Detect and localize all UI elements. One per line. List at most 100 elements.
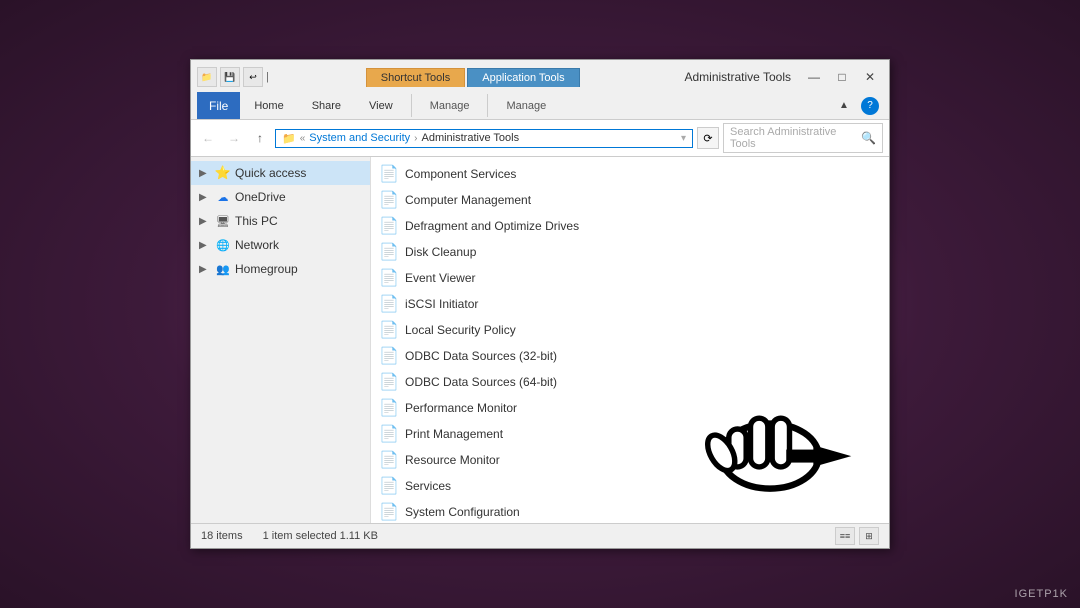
status-bar: 18 items 1 item selected 1.11 KB ≡≡ ⊞: [191, 523, 889, 548]
minimize-button[interactable]: —: [801, 67, 827, 87]
file-item-6[interactable]: 📄 iSCSI Initiator: [371, 291, 889, 317]
menu-share-label[interactable]: Share: [306, 98, 347, 114]
sidebar-item-quick-access[interactable]: ▶ ⭐ Quick access: [191, 161, 370, 185]
quick-access-arrow: ▶: [199, 168, 211, 179]
forward-button[interactable]: →: [223, 127, 245, 149]
file-label-8: ODBC Data Sources (32-bit): [405, 349, 557, 363]
path-system-security[interactable]: System and Security: [309, 132, 410, 144]
quick-access-icon[interactable]: 📁: [197, 67, 217, 87]
file-item-11[interactable]: 📄 Print Management: [371, 421, 889, 447]
file-item-1[interactable]: 📄 Component Services: [371, 161, 889, 187]
sidebar-item-onedrive[interactable]: ▶ ☁ OneDrive: [191, 185, 370, 209]
title-bar-left: 📁 💾 ↩ |: [197, 67, 269, 87]
file-label-11: Print Management: [405, 427, 503, 441]
file-item-13[interactable]: 📄 Services: [371, 473, 889, 499]
network-label: Network: [235, 238, 279, 252]
title-center: Shortcut Tools Application Tools: [269, 68, 677, 87]
item-count: 18 items: [201, 530, 243, 542]
file-item-4[interactable]: 📄 Disk Cleanup: [371, 239, 889, 265]
file-label-6: iSCSI Initiator: [405, 297, 478, 311]
address-bar: ← → ↑ 📁 « System and Security › Administ…: [191, 120, 889, 157]
this-pc-arrow: ▶: [199, 216, 211, 227]
file-label-4: Disk Cleanup: [405, 245, 476, 259]
watermark: IGETP1K: [1015, 588, 1068, 600]
homegroup-arrow: ▶: [199, 264, 211, 275]
ribbon: File Home Share View Manage Manage ▲ ?: [191, 90, 889, 120]
ribbon-separator: [411, 94, 412, 117]
onedrive-icon: ☁: [215, 189, 231, 205]
tab-shortcut-tools[interactable]: Shortcut Tools: [366, 68, 466, 87]
file-item-5[interactable]: 📄 Event Viewer: [371, 265, 889, 291]
homegroup-icon: 👥: [215, 261, 231, 277]
file-item-12[interactable]: 📄 Resource Monitor: [371, 447, 889, 473]
up-button[interactable]: ↑: [249, 127, 271, 149]
file-label-5: Event Viewer: [405, 271, 475, 285]
file-icon-4: 📄: [379, 242, 399, 262]
file-item-7[interactable]: 📄 Local Security Policy: [371, 317, 889, 343]
sidebar-item-homegroup[interactable]: ▶ 👥 Homegroup: [191, 257, 370, 281]
selected-info: 1 item selected 1.11 KB: [263, 530, 378, 542]
large-icons-button[interactable]: ⊞: [859, 527, 879, 545]
homegroup-label: Homegroup: [235, 262, 298, 276]
file-label-2: Computer Management: [405, 193, 531, 207]
maximize-button[interactable]: □: [829, 67, 855, 87]
file-icon-8: 📄: [379, 346, 399, 366]
search-box[interactable]: Search Administrative Tools 🔍: [723, 123, 883, 153]
menu-share[interactable]: Share: [298, 92, 355, 119]
path-admin-tools: Administrative Tools: [421, 132, 519, 144]
path-chevron-1: ›: [414, 133, 417, 144]
menu-view-label[interactable]: View: [363, 98, 399, 114]
menu-home[interactable]: Home: [240, 92, 297, 119]
file-label-1: Component Services: [405, 167, 516, 181]
manage-section: Manage: [416, 92, 484, 119]
back-button[interactable]: ←: [197, 127, 219, 149]
menu-file[interactable]: File: [197, 92, 240, 119]
onedrive-label: OneDrive: [235, 190, 286, 204]
manage-label-2[interactable]: Manage: [500, 98, 552, 114]
window-title: Administrative Tools: [685, 70, 792, 84]
file-label-14: System Configuration: [405, 505, 520, 519]
undo-button[interactable]: ↩: [243, 67, 263, 87]
file-item-9[interactable]: 📄 ODBC Data Sources (64-bit): [371, 369, 889, 395]
file-item-3[interactable]: 📄 Defragment and Optimize Drives: [371, 213, 889, 239]
file-item-8[interactable]: 📄 ODBC Data Sources (32-bit): [371, 343, 889, 369]
file-label-12: Resource Monitor: [405, 453, 500, 467]
search-icon: 🔍: [861, 131, 876, 145]
file-icon-7: 📄: [379, 320, 399, 340]
menu-home-label[interactable]: Home: [248, 98, 289, 114]
file-label-10: Performance Monitor: [405, 401, 517, 415]
help-button[interactable]: ?: [861, 97, 879, 115]
this-pc-label: This PC: [235, 214, 278, 228]
ribbon-separator-2: [487, 94, 488, 117]
menu-view[interactable]: View: [355, 92, 407, 119]
path-dropdown-icon[interactable]: ▾: [681, 133, 686, 144]
manage-section-2: Manage: [492, 92, 560, 119]
file-item-10[interactable]: 📄 Performance Monitor: [371, 395, 889, 421]
file-list: 📄 Component Services 📄 Computer Manageme…: [371, 157, 889, 523]
file-item-14[interactable]: 📄 System Configuration: [371, 499, 889, 523]
file-icon-5: 📄: [379, 268, 399, 288]
sidebar-item-network[interactable]: ▶ 🌐 Network: [191, 233, 370, 257]
address-path[interactable]: 📁 « System and Security › Administrative…: [275, 129, 693, 148]
file-item-2[interactable]: 📄 Computer Management: [371, 187, 889, 213]
file-icon-6: 📄: [379, 294, 399, 314]
details-view-button[interactable]: ≡≡: [835, 527, 855, 545]
network-arrow: ▶: [199, 240, 211, 251]
status-right: ≡≡ ⊞: [835, 527, 879, 545]
manage-label-1[interactable]: Manage: [424, 98, 476, 114]
file-icon-10: 📄: [379, 398, 399, 418]
network-icon: 🌐: [215, 237, 231, 253]
refresh-button[interactable]: ⟳: [697, 127, 719, 149]
onedrive-arrow: ▶: [199, 192, 211, 203]
file-label-3: Defragment and Optimize Drives: [405, 219, 579, 233]
tab-application-tools[interactable]: Application Tools: [467, 68, 579, 87]
main-content: ▶ ⭐ Quick access ▶ ☁ OneDrive ▶ 🖥 This P…: [191, 157, 889, 523]
file-icon-14: 📄: [379, 502, 399, 522]
ribbon-collapse-button[interactable]: ▲: [831, 96, 857, 116]
save-button[interactable]: 💾: [220, 67, 240, 87]
address-actions: ⟳: [697, 127, 719, 149]
sidebar-item-this-pc[interactable]: ▶ 🖥 This PC: [191, 209, 370, 233]
path-double-arrow: «: [300, 133, 306, 144]
file-icon-3: 📄: [379, 216, 399, 236]
close-button[interactable]: ✕: [857, 67, 883, 87]
